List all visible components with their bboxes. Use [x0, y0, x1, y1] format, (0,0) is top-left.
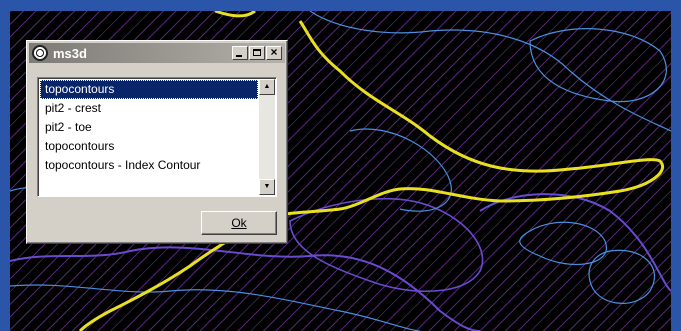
dialog-titlebar[interactable]: ms3d × — [29, 43, 285, 63]
scroll-up-arrow-icon: ▲ — [263, 83, 271, 90]
maximize-button[interactable] — [249, 46, 265, 60]
scroll-down-button[interactable]: ▼ — [259, 179, 275, 195]
list-item[interactable]: pit2 - crest — [40, 99, 258, 118]
ms3d-dialog: ms3d × topocontours pit2 - crest pit2 - … — [26, 40, 288, 244]
list-item[interactable]: pit2 - toe — [40, 118, 258, 137]
ok-button[interactable]: Ok — [201, 211, 277, 235]
layer-listbox[interactable]: topocontours pit2 - crest pit2 - toe top… — [37, 77, 277, 197]
close-icon: × — [270, 45, 278, 59]
close-button[interactable]: × — [266, 45, 282, 60]
scroll-up-button[interactable]: ▲ — [259, 79, 275, 95]
list-items: topocontours pit2 - crest pit2 - toe top… — [40, 80, 258, 175]
contour-line-minor — [10, 246, 481, 331]
list-item[interactable]: topocontours — [40, 80, 258, 99]
contour-line-minor — [529, 28, 667, 103]
maximize-icon — [253, 49, 261, 56]
list-item[interactable]: topocontours - Index Contour — [40, 156, 258, 175]
contour-line-index — [214, 11, 256, 18]
contour-line-minor — [479, 193, 671, 292]
minimize-button[interactable] — [232, 46, 248, 60]
contour-line-minor — [519, 221, 608, 266]
scroll-down-arrow-icon: ▼ — [263, 183, 271, 190]
contour-line-minor — [289, 198, 484, 293]
ms3d-app-icon — [32, 45, 48, 61]
list-scrollbar[interactable]: ▲ ▼ — [259, 79, 275, 195]
contour-line-minor — [588, 249, 656, 304]
contour-line-minor — [309, 11, 671, 132]
minimize-icon — [236, 55, 242, 57]
list-item[interactable]: topocontours — [40, 137, 258, 156]
dialog-title: ms3d — [53, 45, 87, 61]
contour-line-minor — [10, 284, 421, 331]
